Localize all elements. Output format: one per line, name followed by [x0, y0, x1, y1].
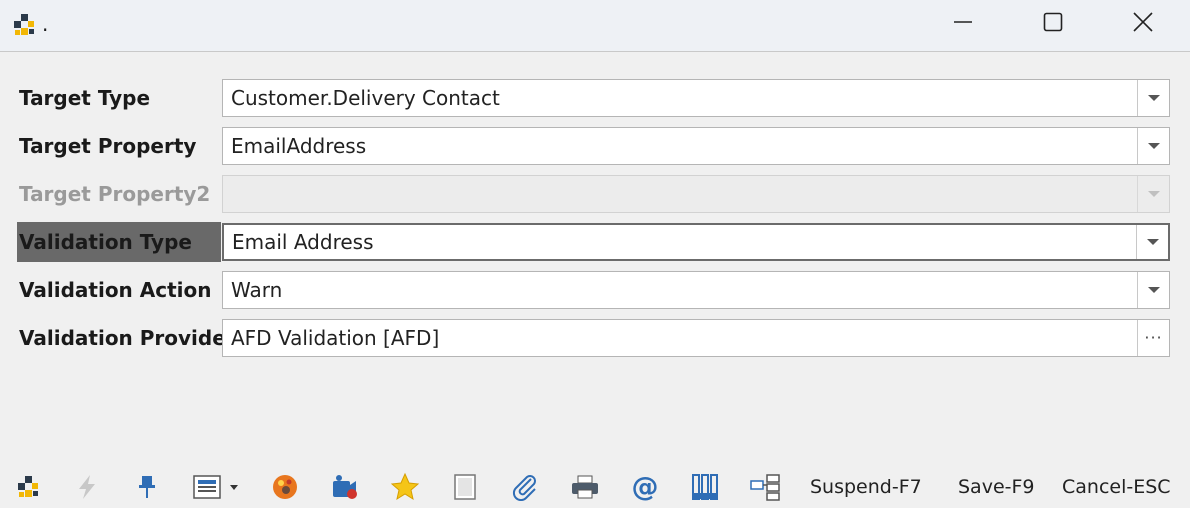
validation-provider-value: AFD Validation [AFD]	[231, 326, 440, 350]
validation-provider-ellipsis-button[interactable]: ···	[1137, 320, 1169, 356]
target-property-value: EmailAddress	[231, 134, 367, 158]
lightning-button	[70, 470, 104, 504]
pin-button[interactable]	[130, 470, 164, 504]
validation-provider-label: Validation Provider	[19, 326, 236, 350]
hierarchy-icon	[750, 474, 780, 501]
validation-type-dropdown-button[interactable]	[1136, 225, 1168, 259]
palette-icon	[273, 475, 297, 499]
email-button[interactable]: @	[628, 470, 662, 504]
app-logo-button[interactable]	[12, 470, 46, 504]
lightning-icon	[79, 475, 95, 499]
paperclip-button[interactable]	[508, 470, 542, 504]
record-button[interactable]	[328, 470, 362, 504]
maximize-icon	[1043, 12, 1063, 32]
validation-action-dropdown[interactable]: Warn	[222, 271, 1170, 309]
star-button[interactable]	[388, 470, 422, 504]
notes-button[interactable]	[448, 470, 482, 504]
validation-action-value: Warn	[231, 278, 283, 302]
email-icon: @	[632, 472, 659, 502]
svg-text:@: @	[632, 472, 659, 502]
columns-icon	[692, 474, 718, 500]
print-icon	[572, 475, 598, 499]
star-icon	[390, 472, 420, 501]
print-button[interactable]	[568, 470, 602, 504]
title-bar: .	[0, 0, 1190, 52]
pin-icon	[139, 476, 155, 498]
target-property2-dropdown-button	[1137, 176, 1169, 212]
hierarchy-button[interactable]	[748, 470, 782, 504]
minimize-button[interactable]	[940, 0, 986, 44]
target-property-dropdown-button[interactable]	[1137, 128, 1169, 164]
chevron-down-icon	[1147, 143, 1160, 149]
target-property2-label: Target Property2	[19, 182, 211, 206]
window-title: .	[42, 12, 49, 36]
target-type-label: Target Type	[19, 86, 151, 110]
close-icon	[1133, 12, 1153, 32]
minimize-icon	[954, 21, 972, 23]
target-property2-dropdown	[222, 175, 1170, 213]
target-type-value: Customer.Delivery Contact	[231, 86, 500, 110]
validation-type-value: Email Address	[232, 230, 374, 254]
paperclip-icon	[512, 475, 536, 501]
app-logo-icon	[14, 14, 34, 35]
layout-dropdown-icon	[193, 475, 238, 499]
ellipsis-icon: ···	[1144, 328, 1163, 347]
record-icon	[333, 475, 357, 499]
bottom-toolbar: @ Suspend-F7 Save-F9 Cancel-ESC	[0, 466, 1190, 508]
target-property-dropdown[interactable]: EmailAddress	[222, 127, 1170, 165]
maximize-button[interactable]	[1030, 0, 1076, 44]
validation-type-label: Validation Type	[17, 222, 221, 262]
notes-icon	[454, 474, 476, 500]
chevron-down-icon	[1147, 191, 1160, 197]
columns-button[interactable]	[688, 470, 722, 504]
validation-type-dropdown[interactable]: Email Address	[222, 223, 1170, 261]
chevron-down-icon	[1146, 239, 1159, 245]
chevron-down-icon	[1147, 287, 1160, 293]
app-logo-icon	[18, 476, 38, 497]
chevron-down-icon	[1147, 95, 1160, 101]
target-property-label: Target Property	[19, 134, 197, 158]
validation-provider-field[interactable]: AFD Validation [AFD] ···	[222, 319, 1170, 357]
validation-action-dropdown-button[interactable]	[1137, 272, 1169, 308]
save-button[interactable]: Save-F9	[958, 473, 1035, 501]
layout-dropdown-button[interactable]	[188, 470, 244, 504]
validation-action-label: Validation Action	[19, 278, 212, 302]
suspend-button[interactable]: Suspend-F7	[810, 473, 922, 501]
cancel-button[interactable]: Cancel-ESC	[1062, 473, 1171, 501]
palette-button[interactable]	[268, 470, 302, 504]
close-button[interactable]	[1120, 0, 1166, 44]
target-type-dropdown-button[interactable]	[1137, 80, 1169, 116]
target-type-dropdown[interactable]: Customer.Delivery Contact	[222, 79, 1170, 117]
